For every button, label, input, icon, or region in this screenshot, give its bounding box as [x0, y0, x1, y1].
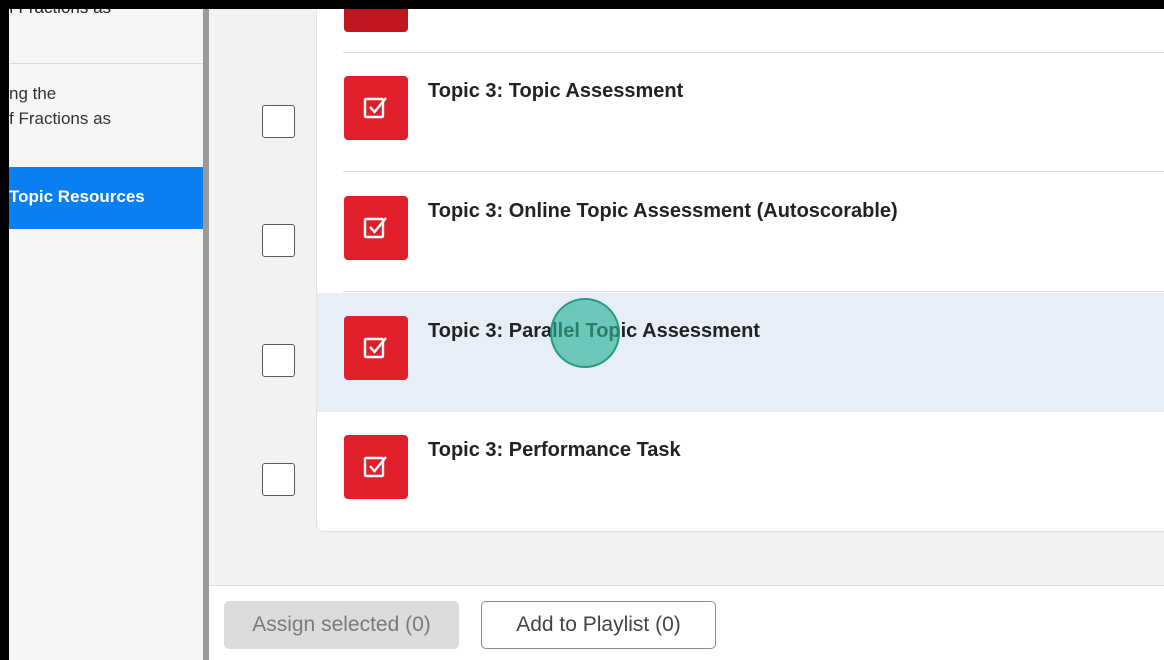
- assessment-check-icon: [344, 196, 408, 260]
- select-checkbox-performance-task[interactable]: [262, 463, 295, 496]
- add-to-playlist-button[interactable]: Add to Playlist (0): [481, 601, 716, 649]
- row-divider: [343, 291, 1164, 292]
- resource-row-performance-task[interactable]: Topic 3: Performance Task: [317, 412, 1164, 531]
- action-footer: Assign selected (0) Add to Playlist (0): [209, 585, 1164, 660]
- sidebar-item-fractions-top[interactable]: f Fractions as: [9, 9, 203, 20]
- selection-checkboxes: [262, 9, 302, 660]
- screen-frame: f Fractions as ng the f Fractions as Top…: [0, 0, 1164, 660]
- assessment-check-icon: [344, 76, 408, 140]
- select-checkbox-topic-assessment[interactable]: [262, 105, 295, 138]
- assessment-check-icon: [344, 435, 408, 499]
- click-indicator: [550, 298, 620, 368]
- resource-title[interactable]: Topic 3: Topic Assessment: [428, 80, 683, 103]
- sidebar-item-label: Topic Resources: [9, 187, 145, 206]
- resource-panel: Topic 3: Topic Assessment Topic 3: Onlin…: [209, 9, 1164, 660]
- resource-title[interactable]: Topic 3: Online Topic Assessment (Autosc…: [428, 200, 898, 223]
- sidebar: f Fractions as ng the f Fractions as Top…: [9, 9, 203, 660]
- sidebar-item-topic-resources[interactable]: Topic Resources: [9, 167, 203, 229]
- resource-row-parallel-topic-assessment[interactable]: Topic 3: Parallel Topic Assessment: [317, 293, 1164, 412]
- resource-row-online-topic-assessment[interactable]: Topic 3: Online Topic Assessment (Autosc…: [317, 173, 1164, 292]
- sidebar-item-label: f Fractions as: [9, 109, 112, 128]
- resource-list-card: Topic 3: Topic Assessment Topic 3: Onlin…: [316, 9, 1164, 532]
- sidebar-item-fractions[interactable]: ng the f Fractions as: [9, 81, 203, 131]
- assessment-check-icon: [344, 316, 408, 380]
- sidebar-divider: [9, 63, 203, 64]
- resource-title[interactable]: Topic 3: Performance Task: [428, 439, 681, 462]
- assessment-badge-partial: [344, 9, 408, 32]
- row-divider: [343, 171, 1164, 172]
- sidebar-item-label: f Fractions as: [9, 9, 203, 20]
- assign-selected-button[interactable]: Assign selected (0): [224, 601, 459, 649]
- resource-row-topic-assessment[interactable]: Topic 3: Topic Assessment: [317, 53, 1164, 172]
- select-checkbox-parallel-topic-assessment[interactable]: [262, 344, 295, 377]
- sidebar-item-label: ng the: [9, 84, 57, 103]
- select-checkbox-online-topic-assessment[interactable]: [262, 224, 295, 257]
